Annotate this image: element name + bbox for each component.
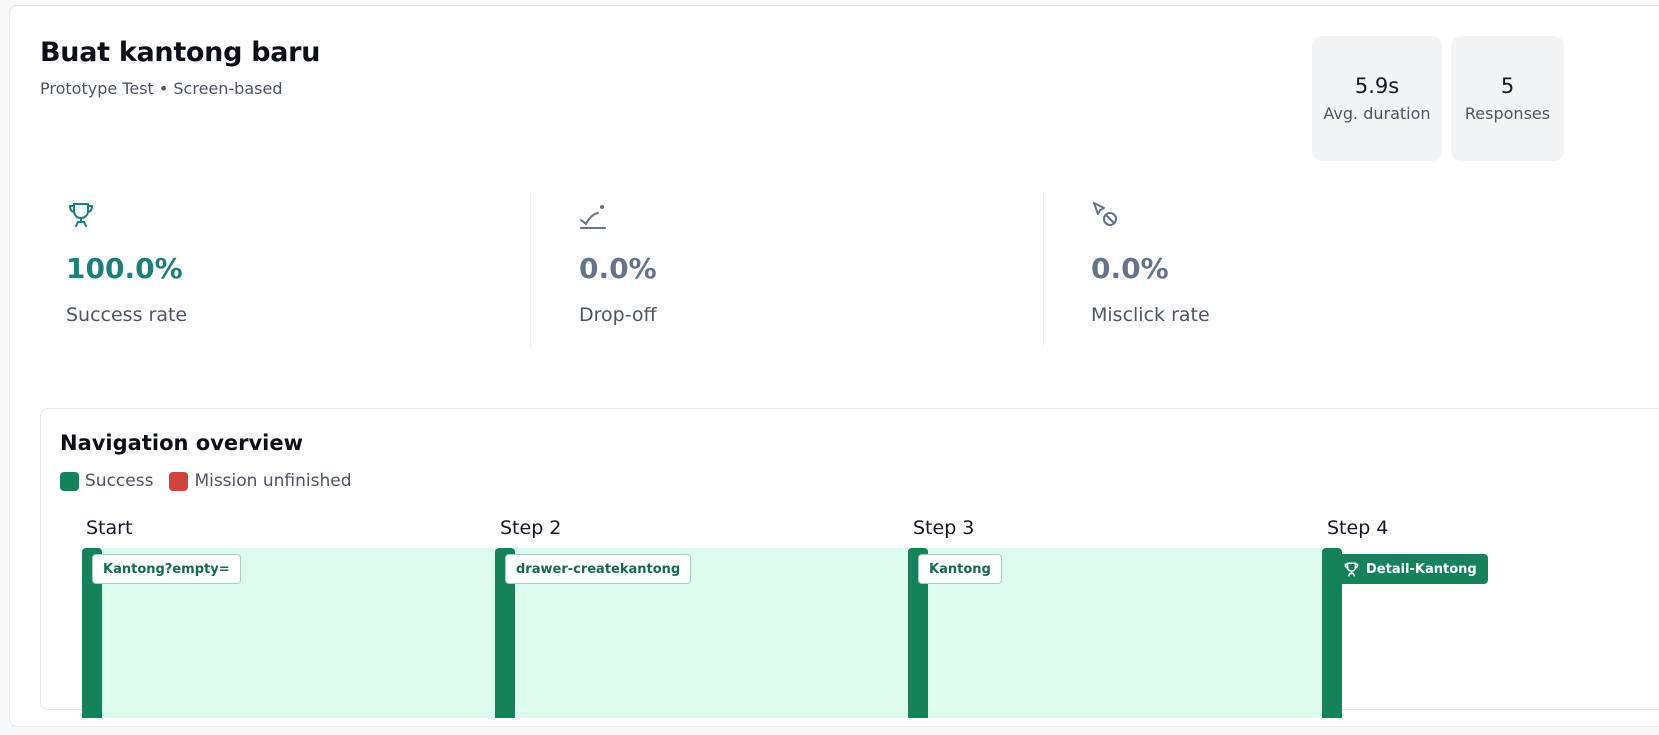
metric-divider [1043, 192, 1044, 350]
responses-value: 5 [1500, 74, 1515, 98]
drop-off-icon [580, 205, 606, 229]
screen-tag-step-3[interactable]: Kantong [918, 554, 1002, 584]
avg-duration-label: Avg. duration [1323, 104, 1431, 123]
responses-stat: 5 Responses [1451, 36, 1564, 161]
misclick-rate-value: 0.0% [1091, 252, 1169, 285]
screen-tag-label: drawer-createkantong [516, 561, 681, 577]
navigation-overview-title: Navigation overview [60, 431, 304, 455]
screen-tag-label: Kantong?empty= [103, 561, 230, 577]
screen-tag-step-2[interactable]: drawer-createkantong [505, 554, 692, 584]
legend-item-success: Success [60, 471, 153, 491]
legend: Success Mission unfinished [60, 471, 367, 491]
step-label-2: Step 2 [500, 517, 562, 539]
metric-divider [530, 192, 531, 350]
drop-off-metric: 0.0% Drop-off [579, 200, 657, 326]
responses-label: Responses [1464, 104, 1551, 123]
page-subtitle: Prototype Test • Screen-based [40, 79, 283, 98]
drop-off-label: Drop-off [579, 304, 657, 326]
success-rate-label: Success rate [66, 304, 188, 326]
legend-item-unfinished: Mission unfinished [169, 471, 351, 491]
misclick-icon [1093, 202, 1117, 226]
legend-label-success: Success [85, 471, 154, 491]
page-title: Buat kantong baru [40, 37, 321, 68]
screen-tag-start[interactable]: Kantong?empty= [92, 554, 241, 584]
trophy-icon [69, 203, 93, 227]
step-label-start: Start [86, 517, 133, 539]
misclick-rate-metric: 0.0% Misclick rate [1091, 200, 1210, 326]
step-label-4: Step 4 [1327, 517, 1389, 539]
success-rate-value: 100.0% [66, 252, 183, 285]
success-swatch [60, 471, 79, 491]
avg-duration-stat: 5.9s Avg. duration [1312, 36, 1442, 161]
screen-tag-step-4[interactable]: Detail-Kantong [1332, 554, 1488, 584]
screen-tag-label: Detail-Kantong [1366, 561, 1477, 577]
success-rate-metric: 100.0% Success rate [66, 200, 187, 326]
misclick-rate-label: Misclick rate [1091, 304, 1210, 326]
avg-duration-value: 5.9s [1354, 74, 1400, 98]
unfinished-swatch [169, 471, 189, 491]
drop-off-value: 0.0% [579, 252, 657, 285]
navigation-overview-panel: Navigation overview Success Mission unfi… [40, 408, 1659, 718]
step-label-3: Step 3 [913, 517, 975, 539]
trophy-icon [1344, 562, 1359, 576]
screen-tag-label: Kantong [929, 561, 991, 577]
legend-label-unfinished: Mission unfinished [194, 471, 352, 491]
